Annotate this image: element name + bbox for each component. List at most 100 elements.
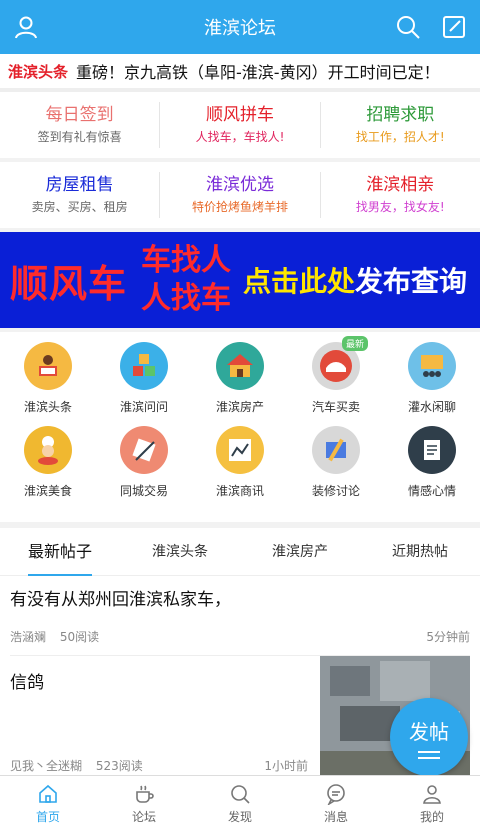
category-decoration[interactable]: 装修讨论: [288, 426, 384, 510]
blocks-123-icon: [120, 342, 168, 390]
chef-icon: [24, 426, 72, 474]
nav-discover[interactable]: 发现: [192, 776, 288, 831]
category-mood[interactable]: 情感心情: [384, 426, 480, 510]
category-label: 淮滨美食: [23, 484, 72, 498]
quick-menu-row-2: 房屋租售 卖房、买房、租房 淮滨优选 特价抢烤鱼烤羊排 淮滨相亲 找男友，找女友…: [0, 162, 480, 228]
category-label: 淮滨房产: [215, 400, 264, 414]
nav-profile[interactable]: 我的: [384, 776, 480, 831]
nav-messages[interactable]: 消息: [288, 776, 384, 831]
top-bar: 淮滨论坛: [0, 0, 480, 54]
profile-icon: [423, 784, 441, 804]
nav-label: 首页: [35, 809, 60, 824]
post-meta: 浩涵斓 50阅读 5分钟前: [10, 614, 470, 656]
menu-title: 房屋租售: [45, 175, 114, 195]
banner-left-text: 顺风车: [10, 261, 128, 306]
home-icon: [39, 784, 57, 803]
category-label: 汽车买卖: [311, 400, 360, 414]
category-label: 淮滨商讯: [215, 484, 264, 498]
post-item[interactable]: 有没有从郑州回淮滨私家车， 浩涵斓 50阅读 5分钟前: [0, 576, 480, 656]
post-author: 见我丶全迷糊: [10, 759, 83, 773]
category-cars[interactable]: 最新 汽车买卖: [288, 336, 384, 426]
category-label: 淮滨头条: [23, 400, 72, 414]
menu-subtitle: 特价抢烤鱼烤羊排: [191, 200, 288, 214]
menu-carpool[interactable]: 顺风拼车 人找车，车找人!: [160, 102, 321, 148]
category-food[interactable]: 淮滨美食: [0, 426, 96, 510]
menu-subtitle: 签到有礼有惊喜: [37, 130, 122, 144]
nav-label: 发现: [227, 809, 252, 824]
menu-subtitle: 找男友，找女友!: [355, 200, 445, 214]
tab-realestate[interactable]: 淮滨房产: [240, 528, 360, 576]
menu-title: 顺风拼车: [205, 105, 274, 125]
banner-mid-text-1: 车找人: [141, 243, 232, 278]
headline-text[interactable]: 重磅！京九高铁（阜阳-淮滨-黄冈）开工时间已定！: [76, 59, 440, 83]
message-icon: [327, 783, 345, 805]
app-root: 淮滨论坛 淮滨头条 重磅！京九高铁（阜阳-淮滨-黄冈）开工时间已定！ 每日签到: [0, 0, 480, 831]
menu-housing[interactable]: 房屋租售 卖房、买房、租房: [0, 172, 161, 218]
category-trade[interactable]: 同城交易: [96, 426, 192, 510]
menu-dating[interactable]: 淮滨相亲 找男友，找女友!: [321, 172, 480, 218]
post-reads: 50阅读: [59, 630, 100, 644]
post-time: 5分钟前: [426, 630, 470, 644]
menu-jobs[interactable]: 招聘求职 找工作，招人才!: [321, 102, 480, 148]
menu-title: 每日签到: [45, 105, 114, 125]
menu-title: 招聘求职: [366, 105, 435, 125]
search-icon[interactable]: [394, 13, 422, 41]
coffee-cup-icon: [136, 785, 154, 803]
category-chat[interactable]: 灌水闲聊: [384, 342, 480, 426]
banner-cta-yellow: 点击此处: [243, 265, 356, 298]
nav-home[interactable]: 首页: [0, 776, 96, 831]
notepad-icon: [408, 426, 456, 474]
banner-cta-white: 发布查询: [355, 265, 468, 298]
nav-label: 论坛: [131, 809, 156, 824]
post-meta: 见我丶全迷糊 523阅读 1小时前: [10, 757, 308, 774]
quick-menu-row-1: 每日签到 签到有礼有惊喜 顺风拼车 人找车，车找人! 招聘求职 找工作，招人才!: [0, 92, 480, 158]
nav-forum[interactable]: 论坛: [96, 776, 192, 831]
tab-latest[interactable]: 最新帖子: [0, 528, 120, 576]
category-news[interactable]: 淮滨头条: [0, 342, 96, 426]
menu-deals[interactable]: 淮滨优选 特价抢烤鱼烤羊排: [160, 172, 321, 218]
post-author: 浩涵斓: [10, 630, 47, 644]
category-realestate[interactable]: 淮滨房产: [192, 342, 288, 426]
new-post-label: 发帖: [409, 719, 449, 744]
menu-subtitle: 人找车，车找人!: [195, 130, 285, 144]
tab-hot[interactable]: 近期热帖: [360, 528, 480, 576]
nav-label: 消息: [323, 809, 348, 824]
carpool-banner[interactable]: 顺风车 车找人 人找车 点击此处 发布查询: [0, 232, 480, 328]
bottom-navigation: 首页 论坛 发现 消息 我的: [0, 775, 480, 831]
chat-board-icon: [408, 342, 456, 390]
tab-headlines[interactable]: 淮滨头条: [120, 528, 240, 576]
news-reader-icon: [24, 342, 72, 390]
trend-chart-icon: [216, 426, 264, 474]
house-icon: [216, 342, 264, 390]
compose-icon[interactable]: [440, 13, 468, 41]
nav-label: 我的: [419, 809, 444, 824]
menu-subtitle: 卖房、买房、租房: [31, 200, 128, 214]
menu-lines-icon: [418, 750, 440, 759]
category-label: 同城交易: [119, 484, 168, 498]
category-label: 灌水闲聊: [407, 400, 456, 414]
paint-brush-icon: [312, 426, 360, 474]
new-badge: 最新: [341, 336, 368, 351]
banner-mid-text-2: 人找车: [141, 281, 232, 316]
menu-title: 淮滨相亲: [366, 175, 435, 195]
car-icon: 最新: [312, 336, 368, 390]
category-grid: 淮滨头条 淮滨问问 淮滨房产 最新 汽车买卖 灌水闲聊 淮滨美食 同城交易 淮滨…: [0, 332, 480, 522]
category-business[interactable]: 淮滨商讯: [192, 426, 288, 510]
post-reads: 523阅读: [95, 759, 143, 773]
headline-tag: 淮滨头条: [8, 62, 69, 81]
user-profile-icon[interactable]: [12, 13, 40, 41]
category-label: 淮滨问问: [119, 400, 168, 414]
post-tabs: 最新帖子 淮滨头条 淮滨房产 近期热帖: [0, 528, 480, 576]
menu-daily-checkin[interactable]: 每日签到 签到有礼有惊喜: [0, 102, 161, 148]
trade-tools-icon: [120, 426, 168, 474]
post-time: 1小时前: [264, 759, 308, 773]
new-post-button[interactable]: 发帖: [390, 698, 468, 776]
category-label: 装修讨论: [311, 484, 360, 498]
menu-subtitle: 找工作，招人才!: [355, 130, 445, 144]
category-label: 情感心情: [407, 484, 456, 498]
menu-title: 淮滨优选: [205, 175, 274, 195]
post-title: 有没有从郑州回淮滨私家车，: [10, 590, 231, 610]
discover-icon: [231, 784, 250, 804]
category-qa[interactable]: 淮滨问问: [96, 342, 192, 426]
headline-ticker[interactable]: 淮滨头条 重磅！京九高铁（阜阳-淮滨-黄冈）开工时间已定！: [0, 54, 480, 92]
